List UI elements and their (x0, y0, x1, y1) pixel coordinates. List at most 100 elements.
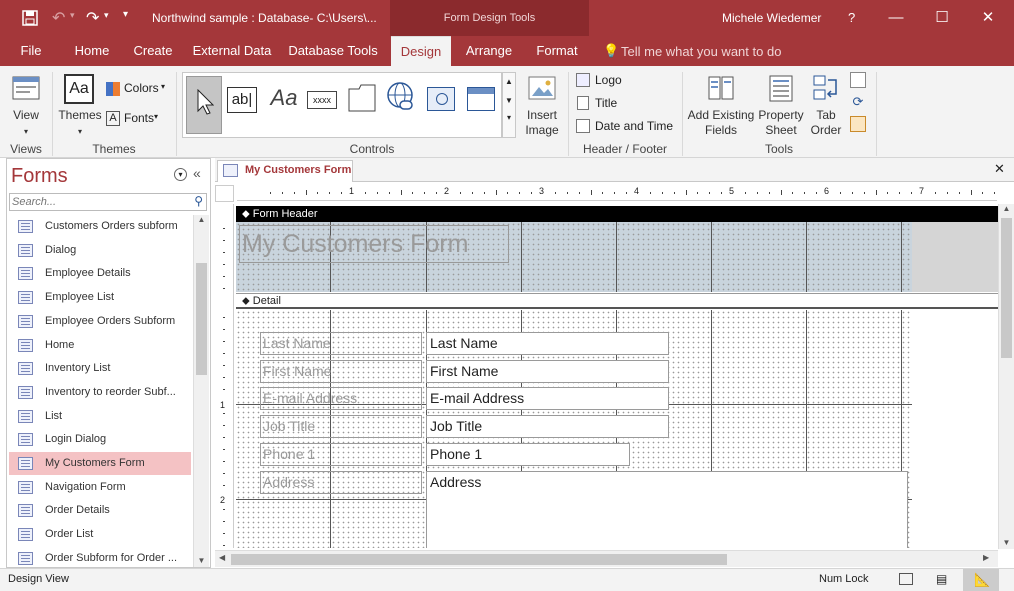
restore-button[interactable]: ☐ (919, 0, 965, 36)
label-email[interactable]: E-mail Address (260, 387, 422, 410)
redo-icon[interactable]: ↷ (86, 8, 99, 28)
nav-scrollbar[interactable]: ▲ ▼ (193, 215, 209, 567)
scroll-right-icon[interactable]: ▶ (983, 553, 989, 562)
tab-format[interactable]: Format (530, 36, 584, 66)
search-icon[interactable]: ⚲ (194, 194, 203, 208)
select-tool[interactable] (186, 76, 222, 134)
tab-external-data[interactable]: External Data (190, 36, 274, 66)
web-browser-tool[interactable] (427, 87, 455, 111)
form-header-section[interactable]: My Customers Form (236, 222, 912, 292)
form-header-bar[interactable]: ⬥ Form Header (236, 206, 998, 222)
form-selector[interactable] (215, 185, 234, 202)
tab-file[interactable]: File (10, 36, 52, 66)
label-last-name[interactable]: Last Name (260, 332, 422, 355)
scroll-left-icon[interactable]: ◀ (219, 553, 225, 562)
save-icon[interactable] (22, 10, 38, 26)
textbox-phone[interactable]: Phone 1 (426, 443, 630, 466)
list-item[interactable]: My Customers Form (9, 452, 191, 475)
add-existing-fields-button[interactable]: Add Existing Fields (688, 72, 754, 138)
label-first-name[interactable]: First Name (260, 360, 422, 383)
textbox-email[interactable]: E-mail Address (426, 387, 669, 410)
list-item[interactable]: Inventory to reorder Subf... (9, 381, 191, 404)
label-phone[interactable]: Phone 1 (260, 443, 422, 466)
document-tab[interactable]: My Customers Form (217, 160, 353, 182)
design-view-button[interactable]: 📐 (963, 569, 999, 591)
list-item[interactable]: Employee List (9, 286, 191, 309)
help-button[interactable]: ? (848, 10, 855, 25)
nav-scroll-thumb[interactable] (196, 263, 207, 375)
tab-create[interactable]: Create (128, 36, 178, 66)
scroll-down-icon[interactable]: ▼ (194, 556, 209, 565)
button-tool[interactable]: xxxx (307, 91, 337, 109)
list-item[interactable]: Dialog (9, 239, 191, 262)
close-document-icon[interactable]: ✕ (994, 161, 1005, 177)
list-item[interactable]: List (9, 405, 191, 428)
user-name[interactable]: Michele Wiedemer (722, 11, 821, 25)
nav-menu-icon[interactable]: ▾ (174, 168, 187, 181)
tab-order-button[interactable]: Tab Order (808, 72, 844, 138)
textbox-job-title[interactable]: Job Title (426, 415, 669, 438)
list-item[interactable]: Home (9, 334, 191, 357)
nav-pane-title[interactable]: Forms (11, 165, 68, 188)
tab-design[interactable]: Design (391, 36, 451, 66)
textbox-tool[interactable]: ab| (227, 87, 257, 113)
view-code-icon[interactable] (850, 116, 866, 132)
tab-home[interactable]: Home (66, 36, 118, 66)
scroll-up-icon[interactable]: ▲ (194, 215, 209, 224)
label-job-title[interactable]: Job Title (260, 415, 422, 438)
navigation-control-tool[interactable] (467, 87, 495, 111)
form-title-label[interactable]: My Customers Form (239, 225, 509, 263)
textbox-last-name[interactable]: Last Name (426, 332, 669, 355)
form-view-icon[interactable] (899, 573, 913, 585)
layout-view-icon[interactable]: ▤ (936, 572, 947, 586)
list-item[interactable]: Order Details (9, 499, 191, 522)
detail-section[interactable]: Last Name Last Name First Name First Nam… (236, 310, 912, 548)
list-item[interactable]: Navigation Form (9, 476, 191, 499)
minimize-button[interactable]: — (873, 0, 919, 36)
subform-icon[interactable] (850, 72, 866, 88)
h-scroll-thumb[interactable] (231, 554, 727, 565)
tell-me-search[interactable]: Tell me what you want to do (621, 44, 781, 59)
undo-dropdown-icon[interactable]: ▾ (70, 10, 75, 21)
redo-dropdown-icon[interactable]: ▾ (104, 10, 109, 21)
horizontal-ruler[interactable]: 1 2 3 4 5 6 7 (237, 185, 997, 201)
controls-gallery-scroll[interactable]: ▲ ▼ ▾ (502, 72, 516, 138)
design-surface[interactable]: ⬥ Form Header My Customers Form ⬥ Detail… (236, 204, 998, 548)
close-button[interactable]: ✕ (965, 0, 1011, 36)
hyperlink-tool[interactable] (386, 81, 416, 115)
tab-control-tool[interactable] (347, 83, 377, 113)
insert-image-button[interactable]: Insert Image (522, 72, 562, 138)
tab-database-tools[interactable]: Database Tools (286, 36, 380, 66)
v-scroll-thumb[interactable] (1001, 218, 1012, 358)
search-input[interactable] (12, 195, 182, 209)
vertical-scrollbar[interactable]: ▲ ▼ (998, 204, 1014, 549)
gallery-up-icon[interactable]: ▲ (503, 77, 515, 86)
collapse-pane-icon[interactable]: « (193, 165, 201, 181)
horizontal-scrollbar[interactable]: ◀ ▶ (215, 550, 998, 567)
customize-qat-icon[interactable]: ▾ (123, 9, 128, 20)
scroll-down-icon[interactable]: ▼ (999, 538, 1014, 547)
scroll-up-icon[interactable]: ▲ (999, 204, 1014, 213)
tab-arrange[interactable]: Arrange (460, 36, 518, 66)
view-button[interactable]: View ▾ (6, 72, 46, 138)
label-tool[interactable]: Aa (267, 85, 301, 115)
property-sheet-button[interactable]: Property Sheet (756, 72, 806, 138)
label-address[interactable]: Address (260, 471, 422, 494)
date-time-button[interactable]: Date and Time (576, 118, 676, 136)
list-item[interactable]: Employee Orders Subform (9, 310, 191, 333)
search-box[interactable]: ⚲ (9, 193, 207, 211)
textbox-address[interactable]: Address (426, 471, 908, 548)
convert-macros-icon[interactable]: ⟳ (850, 94, 866, 110)
list-item[interactable]: Login Dialog (9, 428, 191, 451)
themes-button[interactable]: Aa Themes ▾ (58, 72, 102, 138)
vertical-ruler[interactable]: 12 (215, 204, 234, 548)
list-item[interactable]: Order Subform for Order ... (9, 547, 191, 569)
title-button[interactable]: Title (576, 95, 636, 113)
gallery-down-icon[interactable]: ▼ (503, 96, 515, 105)
logo-button[interactable]: Logo (576, 72, 636, 90)
list-item[interactable]: Inventory List (9, 357, 191, 380)
list-item[interactable]: Order List (9, 523, 191, 546)
detail-bar[interactable]: ⬥ Detail (236, 293, 998, 309)
textbox-first-name[interactable]: First Name (426, 360, 669, 383)
gallery-more-icon[interactable]: ▾ (503, 113, 515, 122)
